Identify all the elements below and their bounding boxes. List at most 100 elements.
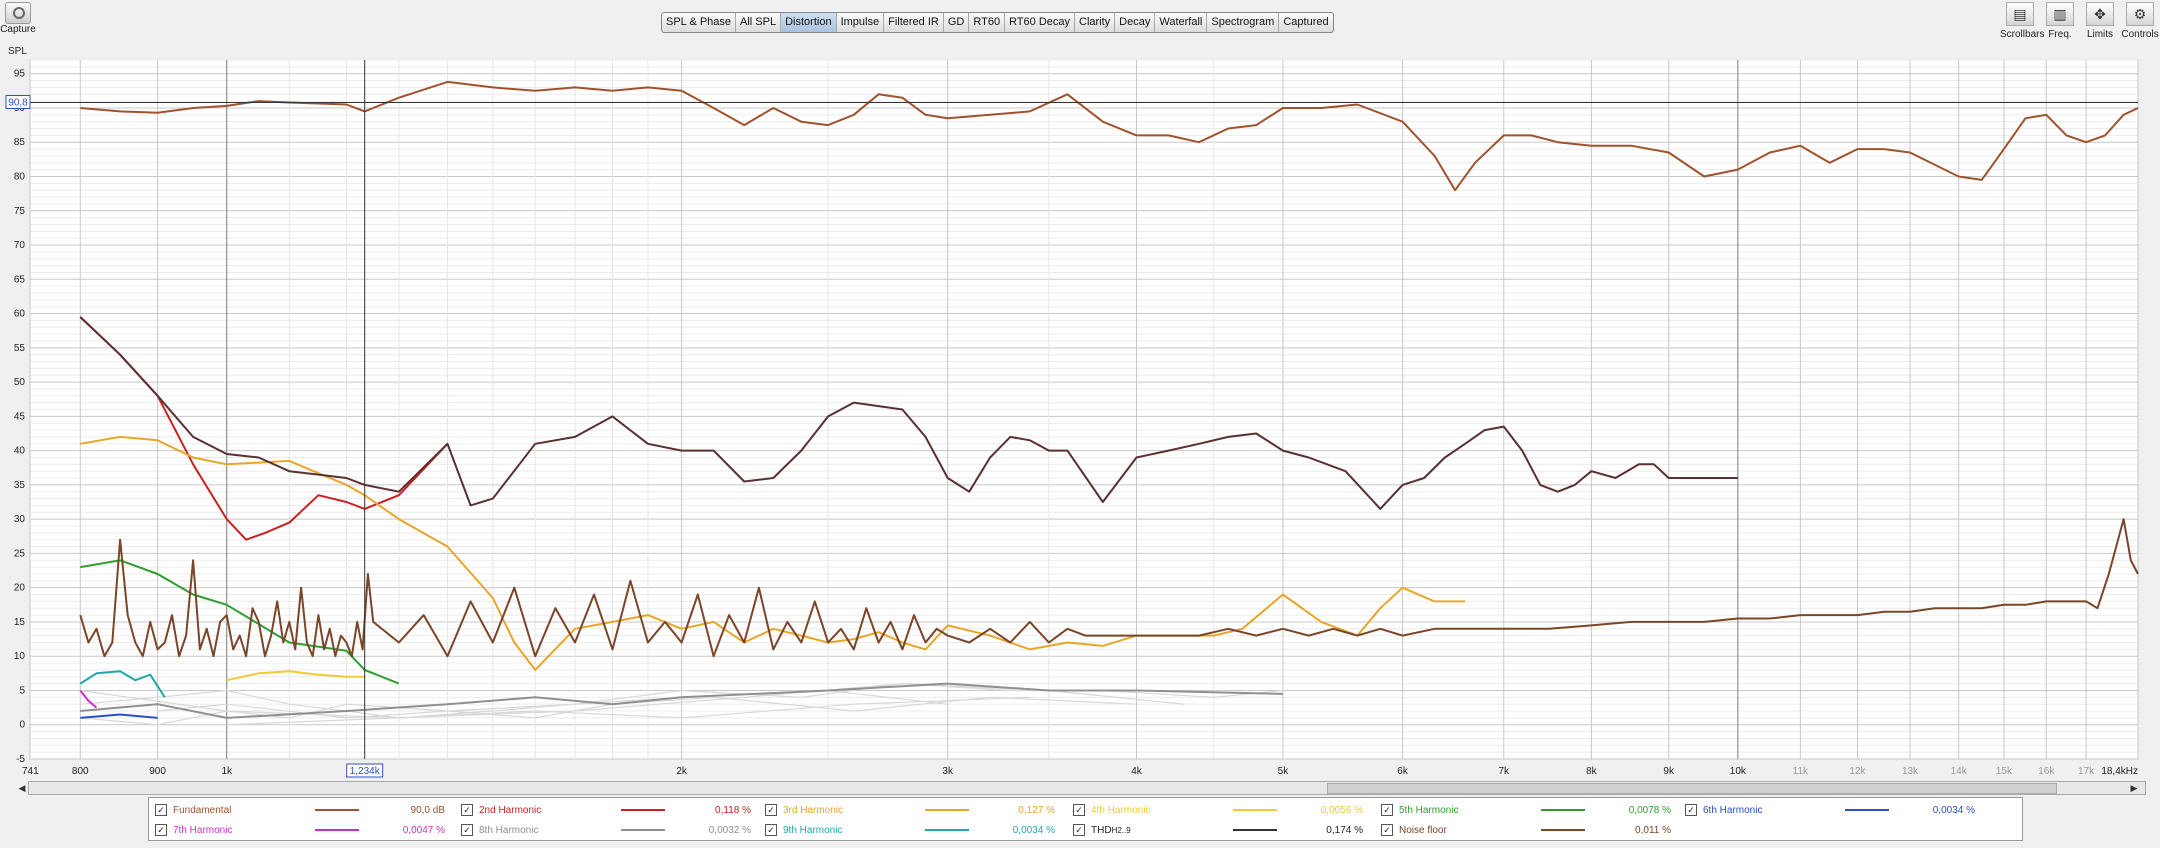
legend-label: 8th Harmonic <box>479 824 539 836</box>
scroll-left-arrow[interactable]: ◀ <box>16 781 28 795</box>
x-tick-label: 14k <box>1951 766 1968 777</box>
legend-value: 0,0056 % <box>1320 804 1363 816</box>
controls-button[interactable]: ⚙ Controls <box>2120 0 2160 40</box>
legend-label: 6th Harmonic <box>1703 804 1763 816</box>
legend-checkbox-2nd-harmonic[interactable]: ✓ <box>461 804 473 816</box>
legend-item-fundamental: ✓ Fundamental 90,0 dB <box>155 802 455 818</box>
legend-item-6th-harmonic: ✓ 6th Harmonic 0,0034 % <box>1685 802 1985 818</box>
view-tabs: SPL & Phase All SPL Distortion Impulse Filte… <box>661 12 1334 33</box>
legend-checkbox-fundamental[interactable]: ✓ <box>155 804 167 816</box>
legend-checkbox-8th-harmonic[interactable]: ✓ <box>461 824 473 836</box>
legend-checkbox-4th-harmonic[interactable]: ✓ <box>1073 804 1085 816</box>
legend-swatch <box>925 829 969 831</box>
scrollbar-thumb[interactable] <box>1327 783 2057 794</box>
legend-label: 2nd Harmonic <box>479 804 542 816</box>
y-tick-label: 65 <box>14 274 26 285</box>
legend-checkbox-5th-harmonic[interactable]: ✓ <box>1381 804 1393 816</box>
legend-checkbox-noise-floor[interactable]: ✓ <box>1381 824 1393 836</box>
legend-value: 0,118 % <box>715 804 751 816</box>
legend-value: 0,0034 % <box>1932 804 1975 816</box>
legend-value: 0,127 % <box>1018 804 1055 816</box>
x-tick-label: 741 <box>22 766 39 777</box>
y-tick-label: 45 <box>14 411 26 422</box>
y-tick-label: 80 <box>14 172 26 183</box>
scroll-right-arrow[interactable]: ▶ <box>2128 781 2140 795</box>
x-tick-label: 10k <box>1730 766 1747 777</box>
tab-captured[interactable]: Captured <box>1279 13 1332 32</box>
cursor-y-label: 90,8 <box>8 97 28 108</box>
legend-label: Noise floor <box>1399 824 1447 836</box>
x-tick-label: 5k <box>1278 766 1290 777</box>
y-tick-label: -5 <box>16 754 25 765</box>
x-tick-label: 9k <box>1663 766 1675 777</box>
horizontal-scrollbar[interactable] <box>28 781 2146 795</box>
tab-decay[interactable]: Decay <box>1115 13 1156 32</box>
scrollbars-button[interactable]: ▤ Scrollbars <box>2000 0 2044 40</box>
tab-all-spl[interactable]: All SPL <box>736 13 782 32</box>
legend-swatch <box>1541 809 1585 811</box>
legend-swatch <box>925 809 969 811</box>
y-tick-label: 85 <box>14 137 26 148</box>
legend-item-thd: ✓ THD H2..9 0,174 % <box>1073 822 1373 838</box>
tab-distortion[interactable]: Distortion <box>781 13 837 32</box>
legend-checkbox-3rd-harmonic[interactable]: ✓ <box>765 804 777 816</box>
x-tick-label: 3k <box>942 766 954 777</box>
limits-label: Limits <box>2086 29 2114 40</box>
legend-swatch <box>315 809 359 811</box>
legend-label: 9th Harmonic <box>783 824 843 836</box>
tab-rt60[interactable]: RT60 <box>969 13 1006 32</box>
x-tick-label: 2k <box>676 766 688 777</box>
tab-waterfall[interactable]: Waterfall <box>1155 13 1208 32</box>
legend-swatch <box>315 829 359 831</box>
legend-checkbox-9th-harmonic[interactable]: ✓ <box>765 824 777 836</box>
y-tick-label: 40 <box>14 446 26 457</box>
tab-spectrogram[interactable]: Spectrogram <box>1207 13 1280 32</box>
legend-item-2nd-harmonic: ✓ 2nd Harmonic 0,118 % <box>461 802 761 818</box>
legend-value: 0,0047 % <box>402 824 445 836</box>
gear-icon: ⚙ <box>2126 2 2154 26</box>
x-tick-label: 800 <box>72 766 89 777</box>
legend-label-subscript: H2..9 <box>1111 825 1131 835</box>
x-tick-label: 900 <box>149 766 166 777</box>
tab-filtered-ir[interactable]: Filtered IR <box>884 13 944 32</box>
x-tick-label: 8k <box>1586 766 1598 777</box>
distortion-chart[interactable]: 95908580757065605550454035302520151050-5… <box>0 40 2160 780</box>
tab-spl-phase[interactable]: SPL & Phase <box>662 13 737 32</box>
scrollbars-label: Scrollbars <box>2000 29 2045 40</box>
limits-button[interactable]: ✥ Limits <box>2080 0 2120 40</box>
legend-label: 5th Harmonic <box>1399 804 1459 816</box>
y-tick-label: 30 <box>14 514 26 525</box>
legend-item-4th-harmonic: ✓ 4th Harmonic 0,0056 % <box>1073 802 1373 818</box>
legend-value: 0,0032 % <box>708 824 751 836</box>
y-tick-label: 0 <box>19 720 25 731</box>
legend-label: THD <box>1091 824 1112 836</box>
legend-checkbox-6th-harmonic[interactable]: ✓ <box>1685 804 1697 816</box>
legend-checkbox-7th-harmonic[interactable]: ✓ <box>155 824 167 836</box>
capture-button[interactable]: Capture <box>0 0 36 40</box>
legend-item-5th-harmonic: ✓ 5th Harmonic 0,0078 % <box>1381 802 1681 818</box>
tab-gd[interactable]: GD <box>944 13 970 32</box>
legend-swatch <box>1845 809 1889 811</box>
freq-axis-icon: ▥ <box>2046 2 2074 26</box>
y-tick-label: 15 <box>14 617 26 628</box>
legend-value: 0,174 % <box>1326 824 1363 836</box>
scrollbars-icon: ▤ <box>2006 2 2034 26</box>
y-tick-label: 5 <box>19 685 25 696</box>
tab-impulse[interactable]: Impulse <box>837 13 885 32</box>
tab-clarity[interactable]: Clarity <box>1075 13 1116 32</box>
y-tick-label: 95 <box>14 69 26 80</box>
x-tick-label: 18,4kHz <box>2101 766 2138 777</box>
controls-label: Controls <box>2121 29 2159 40</box>
y-tick-label: 75 <box>14 206 26 217</box>
freq-axis-button[interactable]: ▥Freq. Axis <box>2040 0 2080 51</box>
legend-label: Fundamental <box>173 804 232 816</box>
y-tick-label: 10 <box>14 651 26 662</box>
y-tick-label: 70 <box>14 240 26 251</box>
x-tick-label: 12k <box>1849 766 1866 777</box>
legend-swatch <box>1541 829 1585 831</box>
legend-checkbox-thd[interactable]: ✓ <box>1073 824 1085 836</box>
legend-label: 7th Harmonic <box>173 824 233 836</box>
tab-rt60-decay[interactable]: RT60 Decay <box>1005 13 1075 32</box>
legend-item-9th-harmonic: ✓ 9th Harmonic 0,0034 % <box>765 822 1065 838</box>
legend-item-3rd-harmonic: ✓ 3rd Harmonic 0,127 % <box>765 802 1065 818</box>
